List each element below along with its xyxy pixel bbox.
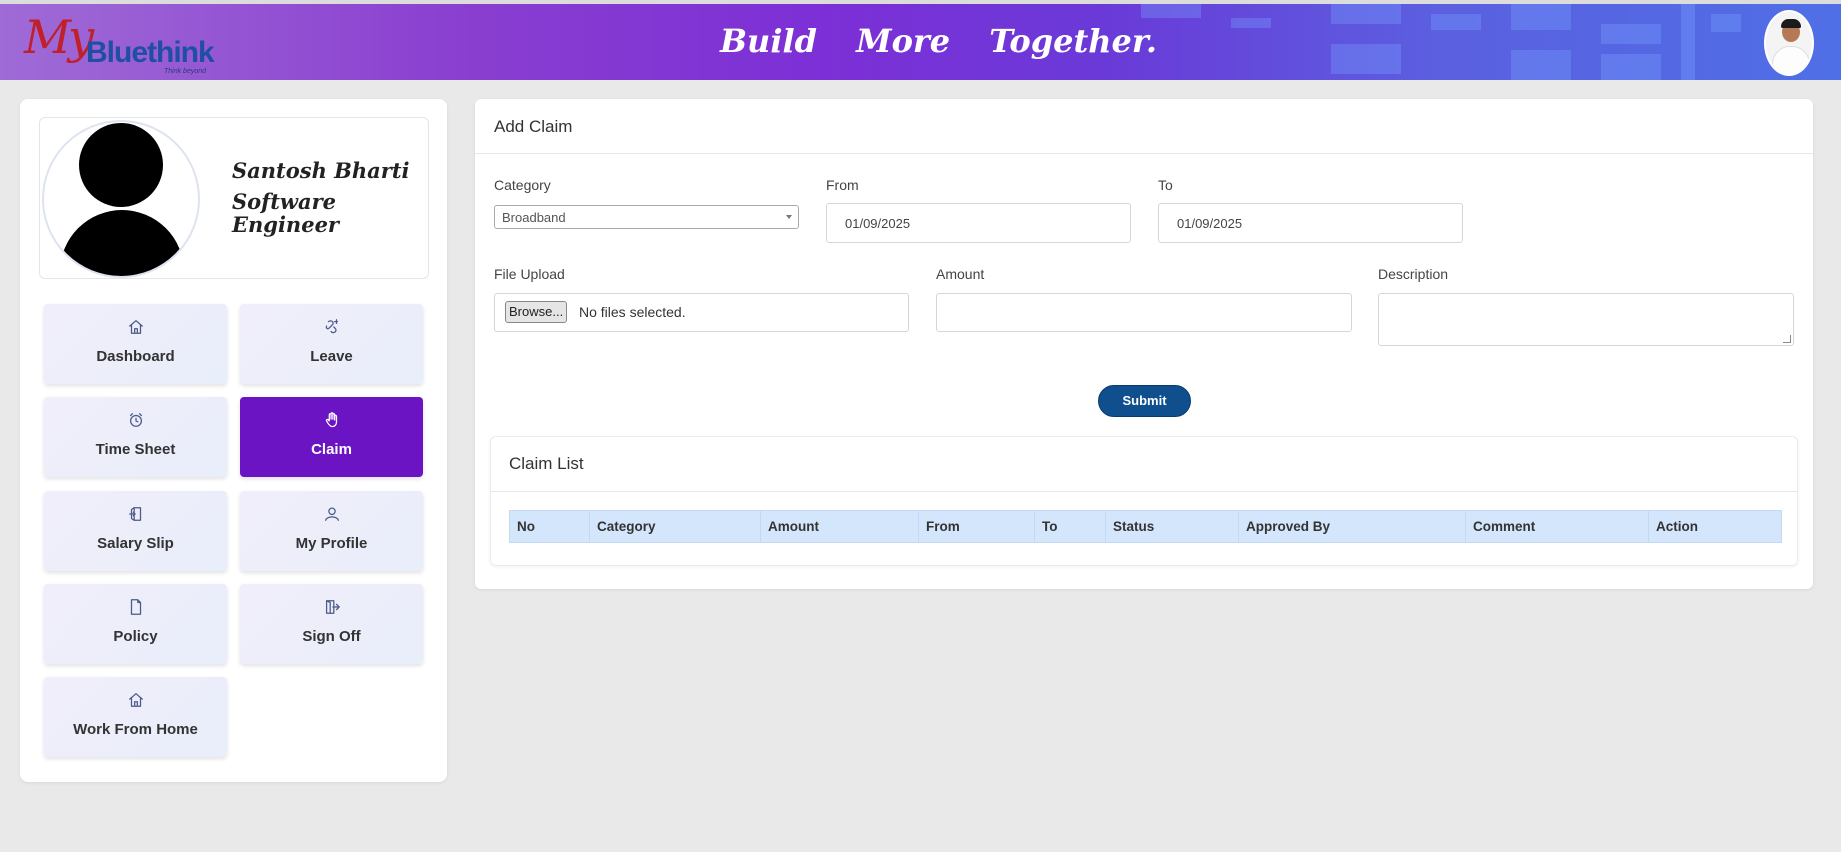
divider xyxy=(491,491,1797,492)
category-value: Broadband xyxy=(502,210,566,225)
column-header-from[interactable]: From xyxy=(918,510,1035,543)
column-header-comment[interactable]: Comment xyxy=(1465,510,1649,543)
nav-label: Policy xyxy=(113,628,158,645)
to-label: To xyxy=(1158,177,1173,193)
from-date-input[interactable]: 01/09/2025 xyxy=(826,203,1131,243)
sidebar: Santosh Bharti Software Engineer Dashboa… xyxy=(20,99,447,782)
nav-claim[interactable]: Claim xyxy=(240,397,423,477)
page-title: Add Claim xyxy=(494,117,573,136)
home-icon xyxy=(128,693,143,707)
claim-table: No Category Amount From To Status Approv… xyxy=(509,510,1782,543)
nav-label: Claim xyxy=(311,441,352,458)
column-header-action[interactable]: Action xyxy=(1648,510,1782,543)
nav-salary-slip[interactable]: Salary Slip xyxy=(44,491,227,571)
category-label: Category xyxy=(494,177,551,193)
signoff-icon xyxy=(325,600,340,614)
nav-label: Time Sheet xyxy=(95,441,176,458)
column-header-category[interactable]: Category xyxy=(589,510,761,543)
file-status: No files selected. xyxy=(579,304,686,320)
profile-name: Santosh Bharti xyxy=(232,158,410,183)
claim-list-title: Claim List xyxy=(509,454,584,473)
column-header-no[interactable]: No xyxy=(509,510,590,543)
nav-dashboard[interactable]: Dashboard xyxy=(44,304,227,384)
file-upload-label: File Upload xyxy=(494,266,565,282)
nav-label: Sign Off xyxy=(302,628,361,645)
from-label: From xyxy=(826,177,859,193)
logo-brand-text: Bluethink xyxy=(86,36,215,69)
browse-button[interactable]: Browse... xyxy=(505,301,568,323)
profile-avatar xyxy=(42,120,200,278)
description-label: Description xyxy=(1378,266,1449,282)
add-claim-panel: Add Claim Category Broadband From 01/09/… xyxy=(475,99,1813,589)
company-logo[interactable]: My Bluethink Think beyond xyxy=(24,10,224,75)
column-header-to[interactable]: To xyxy=(1034,510,1106,543)
profile-role: Software Engineer xyxy=(232,189,339,237)
nav-label: My Profile xyxy=(295,535,368,552)
nav-sign-off[interactable]: Sign Off xyxy=(240,584,423,664)
nav-label: Work From Home xyxy=(73,721,198,738)
column-header-amount[interactable]: Amount xyxy=(760,510,919,543)
nav-leave[interactable]: Leave xyxy=(240,304,423,384)
submit-button[interactable]: Submit xyxy=(1098,385,1191,417)
user-avatar[interactable] xyxy=(1764,10,1814,76)
logo-my-text: My xyxy=(24,10,94,64)
hand-icon xyxy=(325,412,337,428)
logo-tagline: Think beyond xyxy=(164,68,207,75)
home-icon xyxy=(128,320,143,334)
column-header-status[interactable]: Status xyxy=(1105,510,1239,543)
nav-label: Salary Slip xyxy=(97,535,174,552)
column-header-approved-by[interactable]: Approved By xyxy=(1238,510,1466,543)
leave-icon xyxy=(325,319,338,334)
nav-label: Dashboard xyxy=(96,348,175,365)
amount-label: Amount xyxy=(936,266,985,282)
user-icon xyxy=(324,507,339,521)
nav-my-profile[interactable]: My Profile xyxy=(240,491,423,571)
banner-tagline: Build More Together. xyxy=(720,22,1157,60)
clock-icon xyxy=(129,413,142,427)
nav-policy[interactable]: Policy xyxy=(44,584,227,664)
category-select[interactable]: Broadband xyxy=(494,205,799,229)
claim-list-card: Claim List No Category Amount From To St… xyxy=(490,436,1798,566)
table-header-row: No Category Amount From To Status Approv… xyxy=(509,510,1782,543)
divider xyxy=(475,153,1813,154)
resize-handle-icon[interactable] xyxy=(1783,335,1791,343)
document-icon xyxy=(130,599,141,615)
to-date-input[interactable]: 01/09/2025 xyxy=(1158,203,1463,243)
amount-input[interactable] xyxy=(936,293,1352,332)
salary-icon xyxy=(128,507,141,521)
nav-time-sheet[interactable]: Time Sheet xyxy=(44,397,227,477)
nav-label: Leave xyxy=(310,348,353,365)
banner-pattern xyxy=(1081,4,1781,80)
profile-card: Santosh Bharti Software Engineer xyxy=(39,117,429,279)
chevron-down-icon xyxy=(786,215,792,219)
file-upload-field[interactable]: Browse... No files selected. xyxy=(494,293,909,332)
description-textarea[interactable] xyxy=(1378,293,1794,346)
top-banner: My Bluethink Think beyond Build More Tog… xyxy=(0,0,1841,80)
nav-work-from-home[interactable]: Work From Home xyxy=(44,677,227,757)
